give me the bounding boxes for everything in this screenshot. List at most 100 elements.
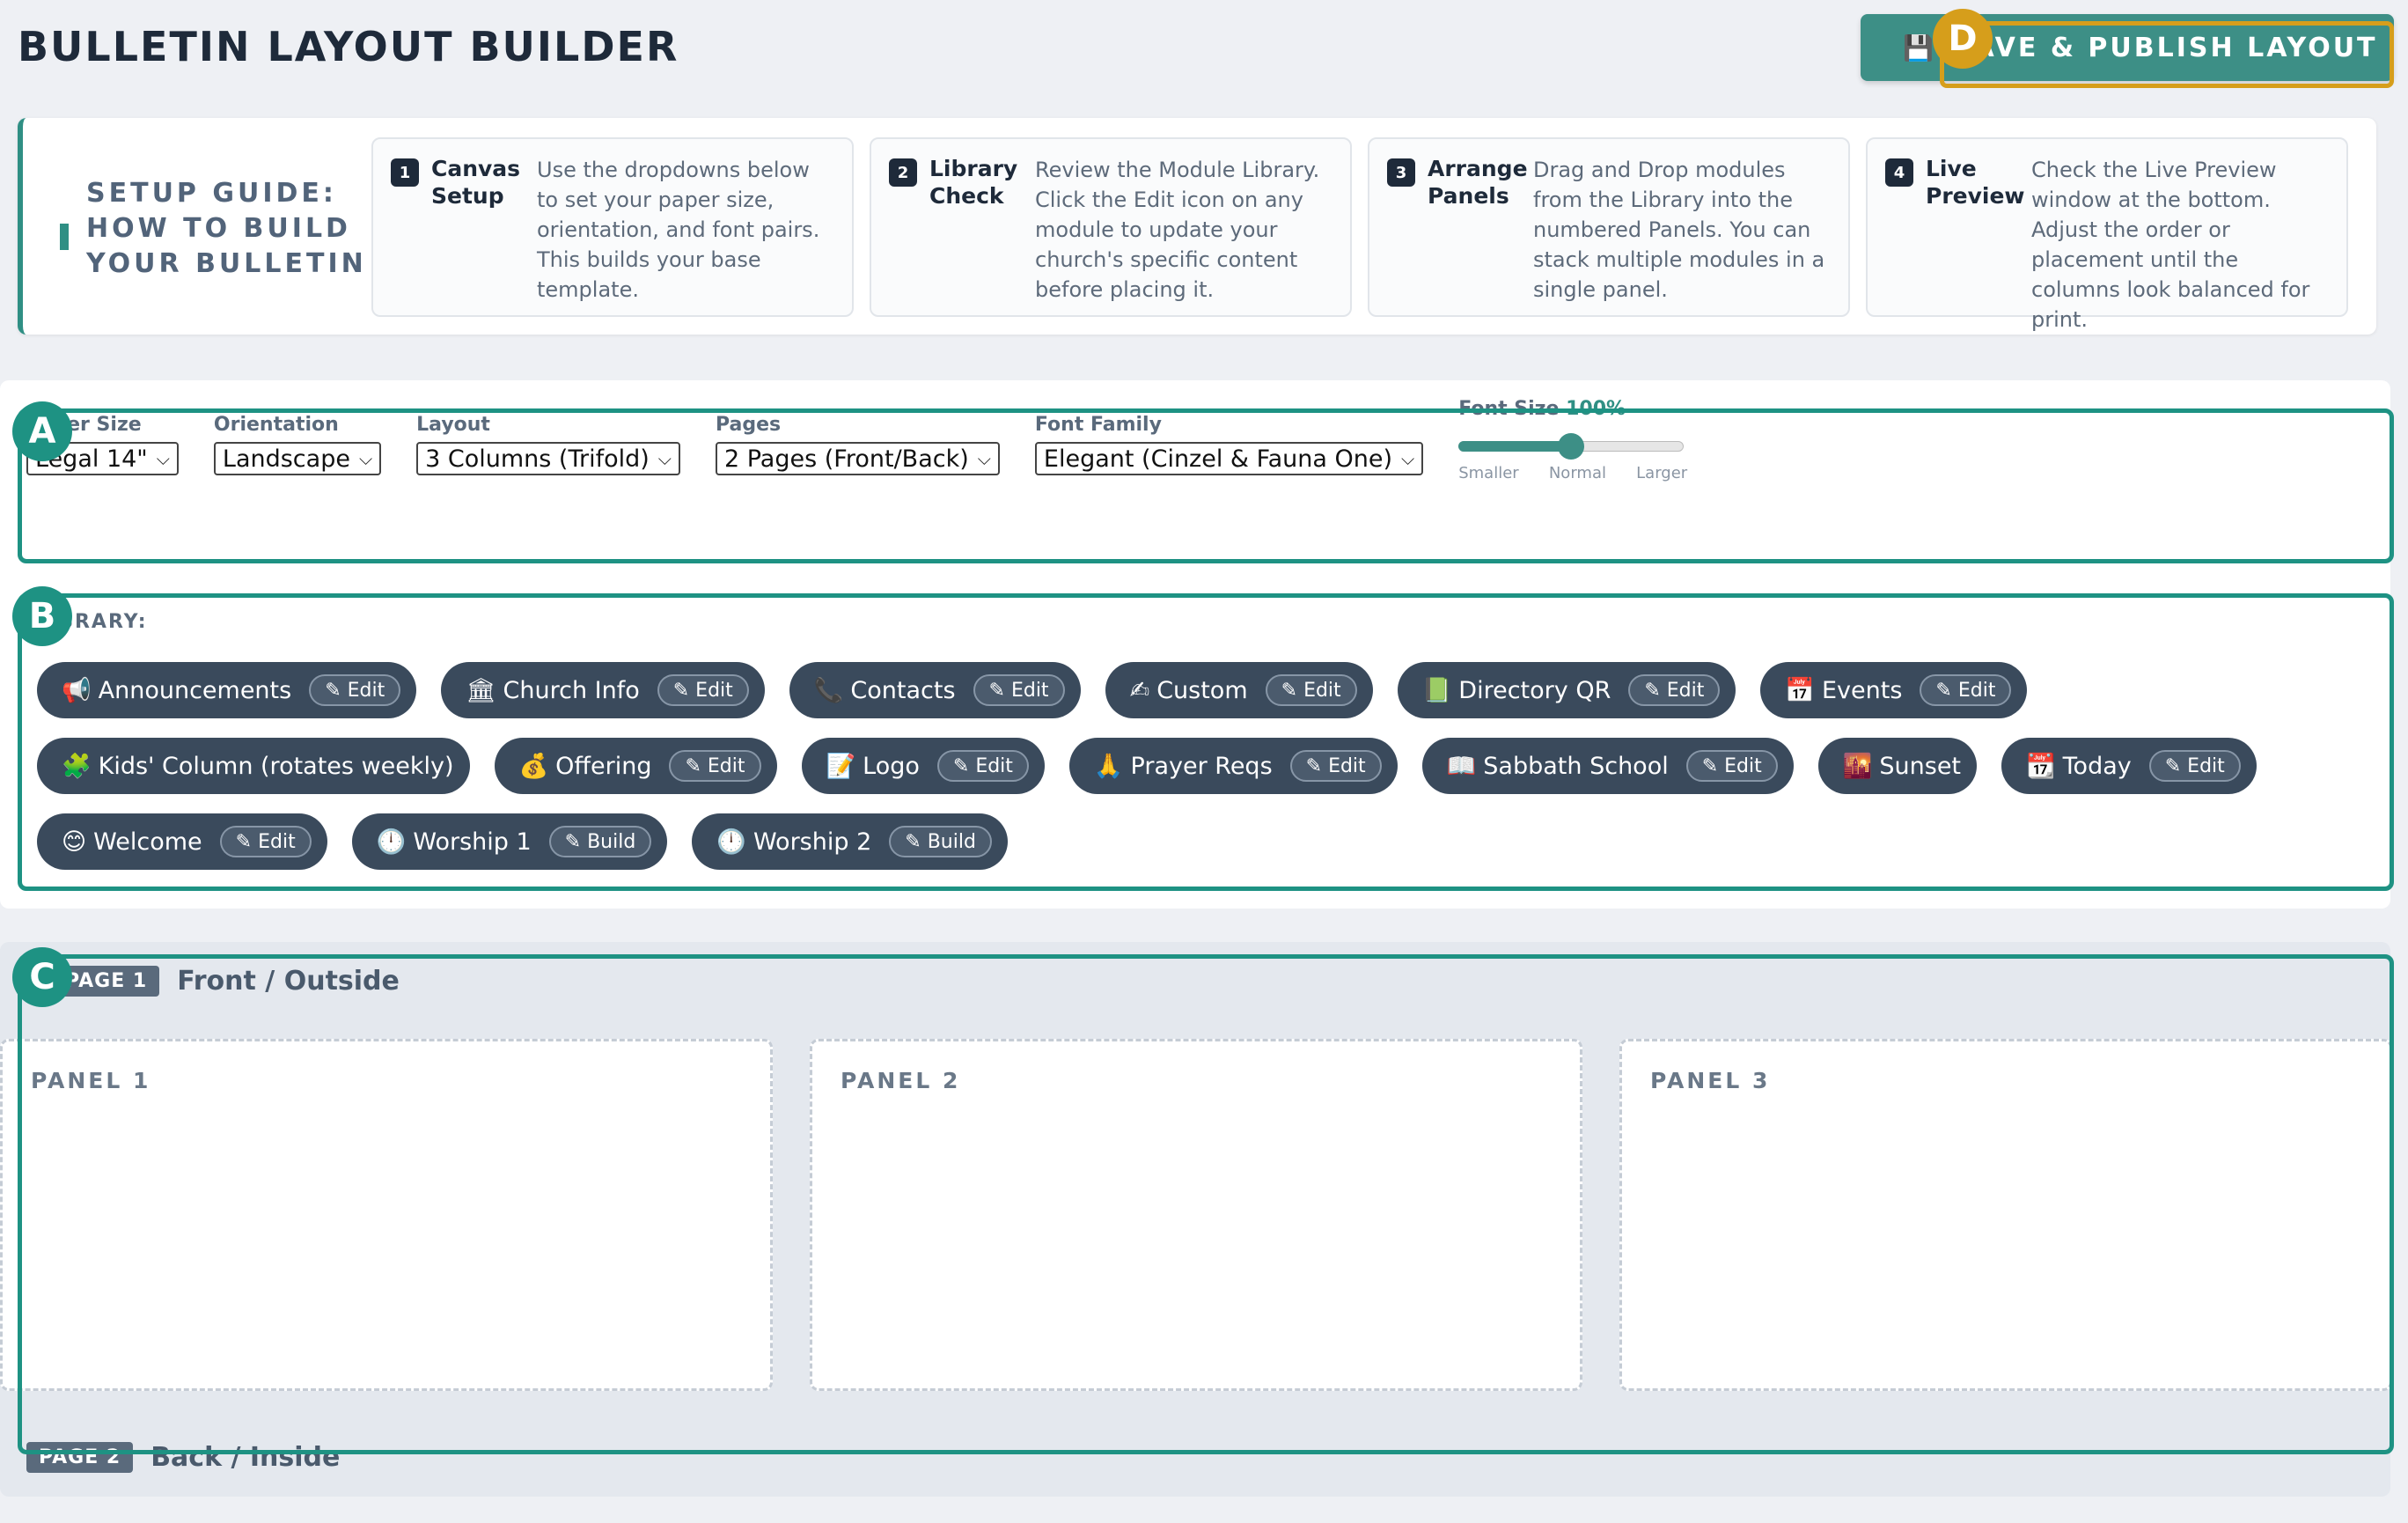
step-name: Arrange Panels [1428, 156, 1528, 209]
module-chip[interactable]: 😊 Welcome ✎ Edit [37, 813, 327, 870]
module-chip[interactable]: 📝 Logo ✎ Edit [801, 738, 1045, 794]
guide-step-1: 1 Canvas Setup Use the dropdowns below t… [371, 137, 854, 317]
font-family-value: Elegant (Cinzel & Fauna One) [1043, 445, 1393, 473]
pages-select[interactable]: 2 Pages (Front/Back) ⌵ [715, 442, 1000, 475]
module-edit-button[interactable]: ✎ Build [548, 826, 652, 857]
module-icon: 🏛 [466, 677, 496, 704]
step-number: 4 [1885, 158, 1913, 187]
font-family-select[interactable]: Elegant (Cinzel & Fauna One) ⌵ [1034, 442, 1424, 475]
chevron-down-icon: ⌵ [657, 448, 672, 469]
module-icon: 🙏 [1093, 753, 1124, 780]
module-edit-button[interactable]: ✎ Edit [657, 674, 749, 706]
tick-larger: Larger [1636, 464, 1688, 482]
module-edit-button[interactable]: ✎ Edit [1289, 750, 1382, 782]
module-chip[interactable]: 🕛 Worship 2 ✎ Build [692, 813, 1008, 870]
module-name: Directory QR [1458, 676, 1611, 704]
guide-title: SETUP GUIDE: HOW TO BUILD YOUR BULLETIN [60, 176, 367, 282]
orientation-field: Orientation Landscape ⌵ [213, 414, 382, 475]
module-chip[interactable]: 🙏 Prayer Reqs ✎ Edit [1068, 738, 1398, 794]
module-icon: 🧩 [62, 753, 92, 780]
module-name: Events [1822, 676, 1903, 704]
module-name: Worship 2 [752, 828, 872, 856]
font-size-value: 100% [1566, 398, 1626, 420]
module-edit-button[interactable]: ✎ Edit [309, 674, 401, 706]
guide-accent-bar [60, 224, 69, 250]
panel-1-dropzone[interactable]: PANEL 1 [0, 1039, 773, 1391]
step-number: 3 [1387, 158, 1415, 187]
module-edit-button[interactable]: ✎ Edit [973, 674, 1065, 706]
annotation-badge-d: D [1933, 9, 1993, 69]
module-edit-button[interactable]: ✎ Edit [1685, 750, 1778, 782]
module-icon: 🕛 [716, 828, 746, 856]
font-size-label: Font Size 100% [1458, 398, 1687, 420]
module-icon: 🕛 [376, 828, 407, 856]
panel-label: PANEL 3 [1650, 1068, 1771, 1093]
module-edit-button[interactable]: ✎ Build [889, 826, 992, 857]
step-name: Canvas Setup [431, 156, 521, 209]
module-chip[interactable]: 📗 Directory QR ✎ Edit [1397, 662, 1736, 718]
layout-value: 3 Columns (Trifold) [425, 445, 650, 473]
panel-3-dropzone[interactable]: PANEL 3 [1619, 1039, 2392, 1391]
layout-label: Layout [416, 414, 490, 436]
module-edit-button[interactable]: ✎ Edit [2148, 750, 2241, 782]
module-chip[interactable]: 🌇 Sunset [1817, 738, 1978, 794]
module-icon: 📢 [62, 677, 92, 704]
orientation-select[interactable]: Landscape ⌵ [213, 442, 382, 475]
module-chip[interactable]: 🧩 Kids' Column (rotates weekly) [37, 738, 470, 794]
module-edit-button[interactable]: ✎ Edit [1628, 674, 1721, 706]
layout-field: Layout 3 Columns (Trifold) ⌵ [416, 414, 680, 475]
slider-fill [1458, 441, 1572, 452]
page-2-header: PAGE 2 Back / Inside [26, 1442, 340, 1473]
tick-smaller: Smaller [1458, 464, 1519, 482]
slider-thumb[interactable] [1558, 433, 1585, 460]
module-chip[interactable]: 📖 Sabbath School ✎ Edit [1421, 738, 1794, 794]
save-publish-label: SAVE & PUBLISH LAYOUT [1951, 32, 2378, 63]
module-icon: 📞 [813, 677, 844, 704]
library-row: 📢 Announcements ✎ Edit 🏛 Church Info ✎ Edit 📞 C… [37, 662, 2325, 718]
font-size-field: Font Size 100% Smaller Normal Larger [1458, 398, 1687, 482]
page-name: Back / Inside [150, 1442, 341, 1473]
chevron-down-icon: ⌵ [1401, 448, 1415, 469]
layout-select[interactable]: 3 Columns (Trifold) ⌵ [416, 442, 680, 475]
font-size-slider[interactable] [1458, 432, 1687, 460]
font-family-field: Font Family Elegant (Cinzel & Fauna One)… [1034, 414, 1424, 475]
canvas-settings: Paper Size Legal 14" ⌵ Orientation Lands… [26, 398, 1687, 482]
annotation-badge-c: C [12, 947, 72, 1007]
module-chip[interactable]: 📞 Contacts ✎ Edit [789, 662, 1081, 718]
module-edit-button[interactable]: ✎ Edit [669, 750, 761, 782]
module-name: Custom [1156, 676, 1248, 704]
module-chip[interactable]: 📢 Announcements ✎ Edit [37, 662, 417, 718]
floppy-disk-icon: 💾 [1903, 33, 1936, 63]
module-chip[interactable]: 📅 Events ✎ Edit [1760, 662, 2028, 718]
module-library: 📢 Announcements ✎ Edit 🏛 Church Info ✎ Edit 📞 C… [37, 662, 2325, 889]
step-description: Use the dropdowns below to set your pape… [537, 158, 820, 302]
module-chip[interactable]: 📆 Today ✎ Edit [2001, 738, 2257, 794]
annotation-badge-b: B [12, 586, 72, 646]
module-chip[interactable]: 🏛 Church Info ✎ Edit [441, 662, 765, 718]
module-icon: 📆 [2026, 753, 2056, 780]
module-icon: 😊 [62, 828, 87, 856]
module-icon: 🌇 [1842, 753, 1873, 780]
module-edit-button[interactable]: ✎ Edit [219, 826, 312, 857]
panel-2-dropzone[interactable]: PANEL 2 [810, 1039, 1582, 1391]
module-name: Contacts [850, 676, 956, 704]
module-name: Worship 1 [413, 828, 532, 856]
step-name: Library Check [929, 156, 1018, 209]
module-chip[interactable]: ✍ Custom ✎ Edit [1105, 662, 1373, 718]
pages-label: Pages [715, 414, 782, 436]
module-icon: ✍ [1129, 676, 1150, 704]
guide-step-4: 4 Live Preview Check the Live Preview wi… [1866, 137, 2348, 332]
module-name: Offering [555, 752, 652, 780]
module-edit-button[interactable]: ✎ Edit [936, 750, 1029, 782]
module-name: Sabbath School [1483, 752, 1669, 780]
slider-ticks: Smaller Normal Larger [1458, 464, 1687, 482]
module-chip[interactable]: 🕛 Worship 1 ✎ Build [351, 813, 668, 870]
pages-value: 2 Pages (Front/Back) [723, 445, 969, 473]
module-chip[interactable]: 💰 Offering ✎ Edit [494, 738, 777, 794]
page-tag: PAGE 2 [26, 1442, 134, 1473]
module-edit-button[interactable]: ✎ Edit [1265, 674, 1357, 706]
module-edit-button[interactable]: ✎ Edit [1920, 674, 2012, 706]
tick-normal: Normal [1548, 464, 1606, 482]
panel-label: PANEL 2 [841, 1068, 961, 1093]
step-description: Review the Module Library. Click the Edi… [1035, 158, 1320, 302]
